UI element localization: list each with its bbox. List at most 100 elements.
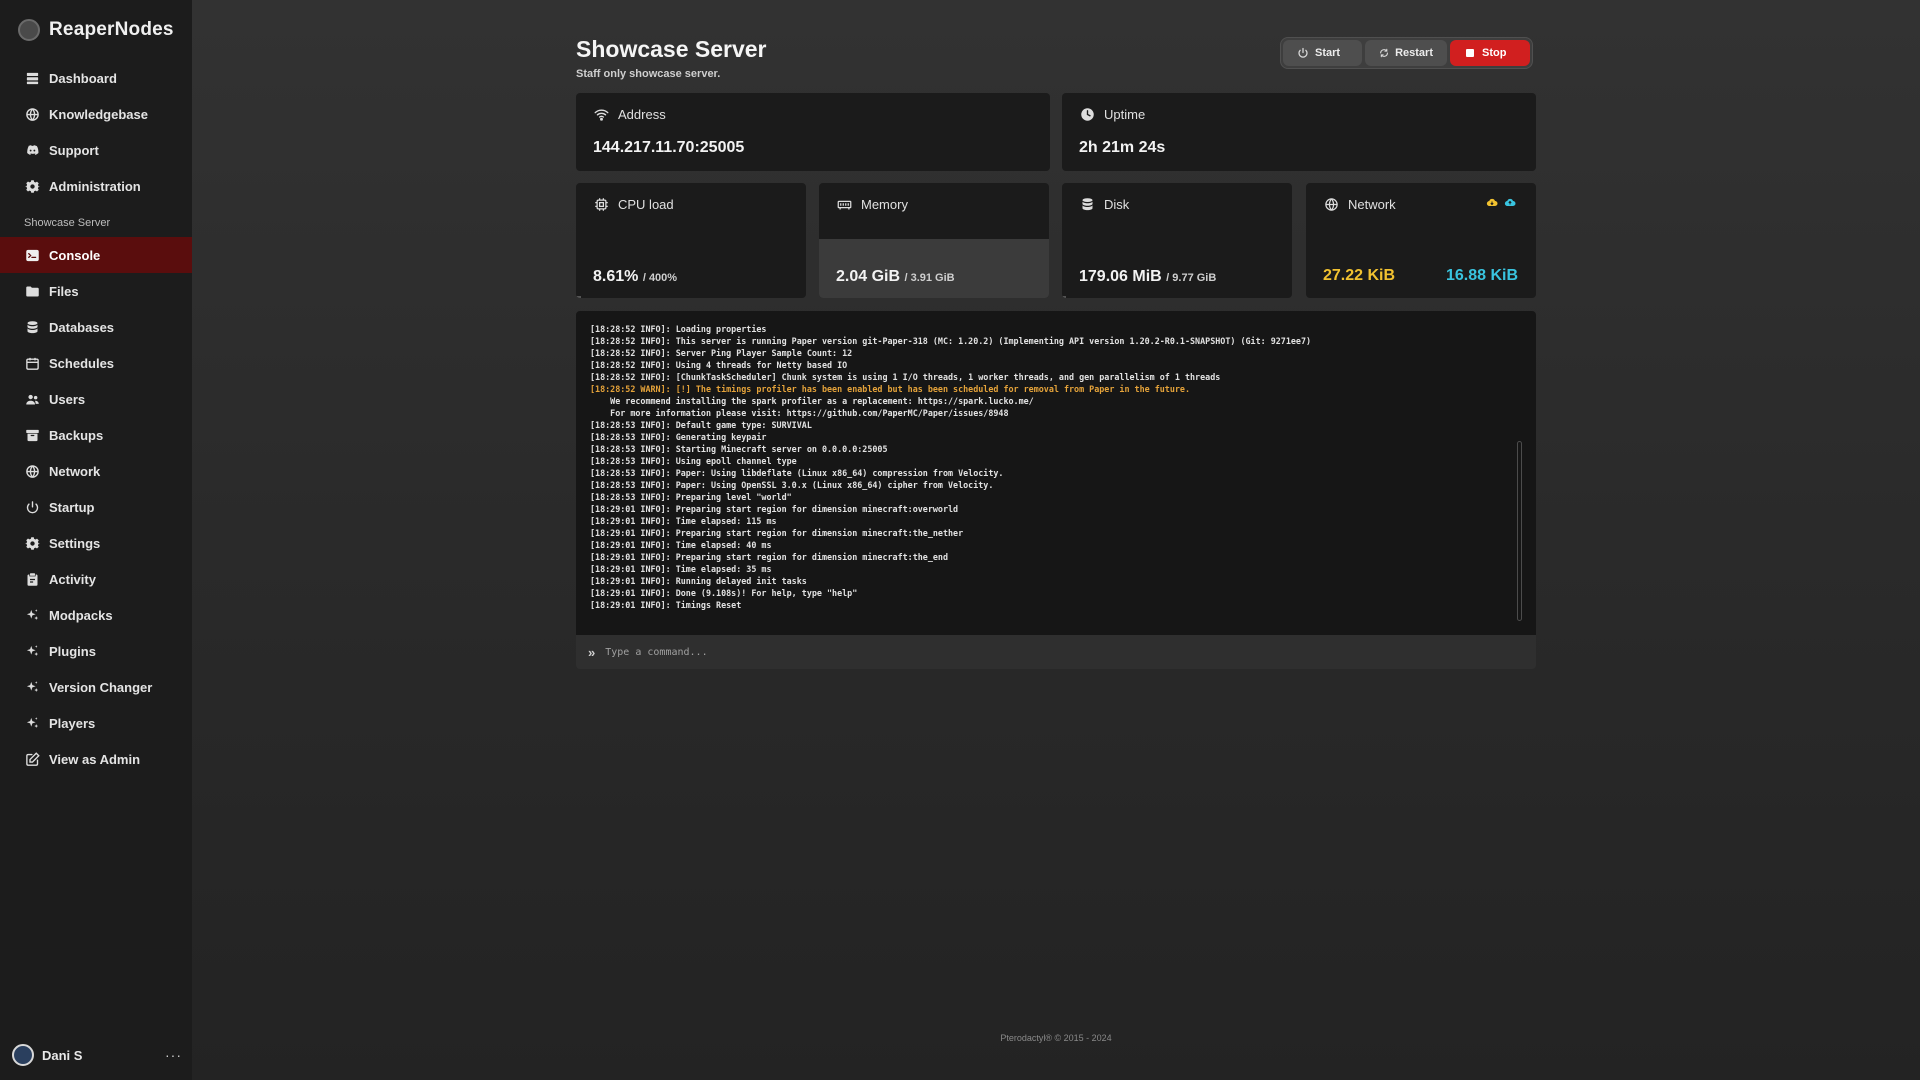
sidebar-item-users[interactable]: Users <box>0 381 192 417</box>
network-inbound: 27.22 KiB <box>1323 267 1396 284</box>
sidebar-item-network[interactable]: Network <box>0 453 192 489</box>
network-outbound: 16.88 KiB <box>1445 267 1518 284</box>
folder-icon <box>25 284 40 299</box>
sidebar-item-databases[interactable]: Databases <box>0 309 192 345</box>
sidebar-item-label: Schedules <box>49 355 115 371</box>
sidebar-item-label: Version Changer <box>49 679 153 695</box>
memory-icon <box>837 200 852 210</box>
globe-icon <box>25 464 40 479</box>
console-line: [18:28:52 INFO]: This server is running … <box>590 336 1312 346</box>
sidebar-item-settings[interactable]: Settings <box>0 525 192 561</box>
console-output[interactable]: [18:28:52 INFO]: Loading properties [18:2… <box>576 311 1536 635</box>
sidebar-item-label: Settings <box>49 535 101 551</box>
sidebar-item-label: View as Admin <box>49 751 141 767</box>
gear-icon <box>25 536 40 551</box>
cloud-download-icon <box>1486 198 1498 207</box>
memory-card: Memory 2.04 GiB / 3.91 GiB <box>819 183 1049 298</box>
console-line: [18:28:53 INFO]: Using epoll channel typ… <box>590 456 797 466</box>
sidebar-item-label: Administration <box>49 178 141 194</box>
command-bar: » <box>576 635 1536 669</box>
footer-copyright: Pterodactyl® © 2015 - 2024 <box>1000 1033 1112 1043</box>
sidebar-item-backups[interactable]: Backups <box>0 417 192 453</box>
sidebar-item-modpacks[interactable]: Modpacks <box>0 597 192 633</box>
more-options-icon[interactable]: ··· <box>165 1047 182 1063</box>
sidebar-item-label: Activity <box>49 571 96 587</box>
command-input[interactable] <box>605 646 1536 658</box>
sidebar-item-label: Dashboard <box>49 70 117 86</box>
user-menu[interactable]: Dani S ··· <box>12 1042 182 1068</box>
start-button[interactable]: Start <box>1283 40 1362 66</box>
memory-label: Memory <box>861 197 908 212</box>
memory-usage: 2.04 GiB <box>836 268 901 285</box>
console-line: [18:28:52 INFO]: Server Ping Player Samp… <box>590 348 853 358</box>
power-icon <box>25 500 40 515</box>
network-label: Network <box>1348 197 1396 212</box>
sidebar-item-players[interactable]: Players <box>0 705 192 741</box>
cpu-label-row: CPU load <box>594 197 674 212</box>
archive-icon <box>25 428 40 443</box>
address-value[interactable]: 144.217.11.70:25005 <box>593 139 744 157</box>
uptime-card: Uptime 2h 21m 24s <box>1062 93 1536 171</box>
avatar[interactable] <box>12 1044 34 1066</box>
sidebar-item-dashboard[interactable]: Dashboard <box>0 60 192 96</box>
sidebar: ReaperNodes Dashboard Knowledgebase Suppor… <box>0 0 192 1080</box>
console-line: [18:29:01 INFO]: Time elapsed: 115 ms <box>590 516 777 526</box>
console-scrollbar[interactable] <box>1517 441 1522 621</box>
sidebar-item-label: Network <box>49 463 101 479</box>
sparkle-icon <box>25 608 40 623</box>
wifi-icon <box>594 109 609 121</box>
sidebar-item-label: Startup <box>49 499 95 515</box>
disk-usage: 179.06 MiB <box>1079 268 1162 285</box>
address-card[interactable]: Address 144.217.11.70:25005 <box>576 93 1050 171</box>
console-line: [18:29:01 INFO]: Preparing start region … <box>590 504 959 514</box>
user-name: Dani S <box>42 1047 83 1063</box>
start-label: Start <box>1315 47 1341 59</box>
console-line: [18:29:01 INFO]: Timings Reset <box>590 600 742 610</box>
console-line: [18:28:52 INFO]: Using 4 threads for Net… <box>590 360 848 370</box>
restart-label: Restart <box>1395 47 1433 59</box>
console-line: [18:29:01 INFO]: Time elapsed: 35 ms <box>590 564 772 574</box>
sidebar-item-activity[interactable]: Activity <box>0 561 192 597</box>
sidebar-item-plugins[interactable]: Plugins <box>0 633 192 669</box>
sparkle-icon <box>25 716 40 731</box>
restart-button[interactable]: Restart <box>1365 40 1447 66</box>
cpu-limit: / 400% <box>642 272 678 284</box>
address-label: Address <box>618 107 666 122</box>
cpu-value: 8.61% / 400% <box>593 268 677 286</box>
page-title: Showcase Server <box>576 36 767 62</box>
disk-usage-bar <box>1062 296 1067 298</box>
cloud-upload-icon <box>1504 198 1516 207</box>
console-line: [18:28:53 INFO]: Generating keypair <box>590 432 767 442</box>
brand-name: ReaperNodes <box>49 19 174 40</box>
sidebar-item-console[interactable]: Console <box>0 237 192 273</box>
globe-icon <box>1325 198 1338 211</box>
memory-label-row: Memory <box>837 197 908 212</box>
console-line: [18:28:53 INFO]: Paper: Using libdeflate… <box>590 468 1004 478</box>
network-label-row: Network <box>1324 197 1396 212</box>
sidebar-item-label: Backups <box>49 427 104 443</box>
brand[interactable]: ReaperNodes <box>18 18 174 42</box>
refresh-icon <box>1380 48 1388 58</box>
gear-icon <box>25 179 40 194</box>
sidebar-item-label: Players <box>49 715 96 731</box>
uptime-label-row: Uptime <box>1080 107 1145 122</box>
stop-button[interactable]: Stop <box>1450 40 1530 66</box>
sidebar-item-schedules[interactable]: Schedules <box>0 345 192 381</box>
sidebar-item-view-as-admin[interactable]: View as Admin <box>0 741 192 777</box>
sidebar-item-administration[interactable]: Administration <box>0 168 192 204</box>
sidebar-item-files[interactable]: Files <box>0 273 192 309</box>
sidebar-item-knowledgebase[interactable]: Knowledgebase <box>0 96 192 132</box>
console-line: [18:28:52 INFO]: Loading properties <box>590 324 767 334</box>
sidebar-item-startup[interactable]: Startup <box>0 489 192 525</box>
stop-label: Stop <box>1482 47 1507 59</box>
console-line: [18:29:01 INFO]: Preparing start region … <box>590 552 948 562</box>
cpu-label: CPU load <box>618 197 674 212</box>
clipboard-icon <box>25 572 40 587</box>
console-line: For more information please visit: https… <box>590 408 1009 418</box>
database-icon <box>1082 198 1093 211</box>
console-line: [18:29:01 INFO]: Done (9.108s)! For help… <box>590 588 858 598</box>
sidebar-item-support[interactable]: Support <box>0 132 192 168</box>
external-edit-icon <box>25 751 40 767</box>
sidebar-item-label: Knowledgebase <box>49 106 148 122</box>
sidebar-item-version-changer[interactable]: Version Changer <box>0 669 192 705</box>
